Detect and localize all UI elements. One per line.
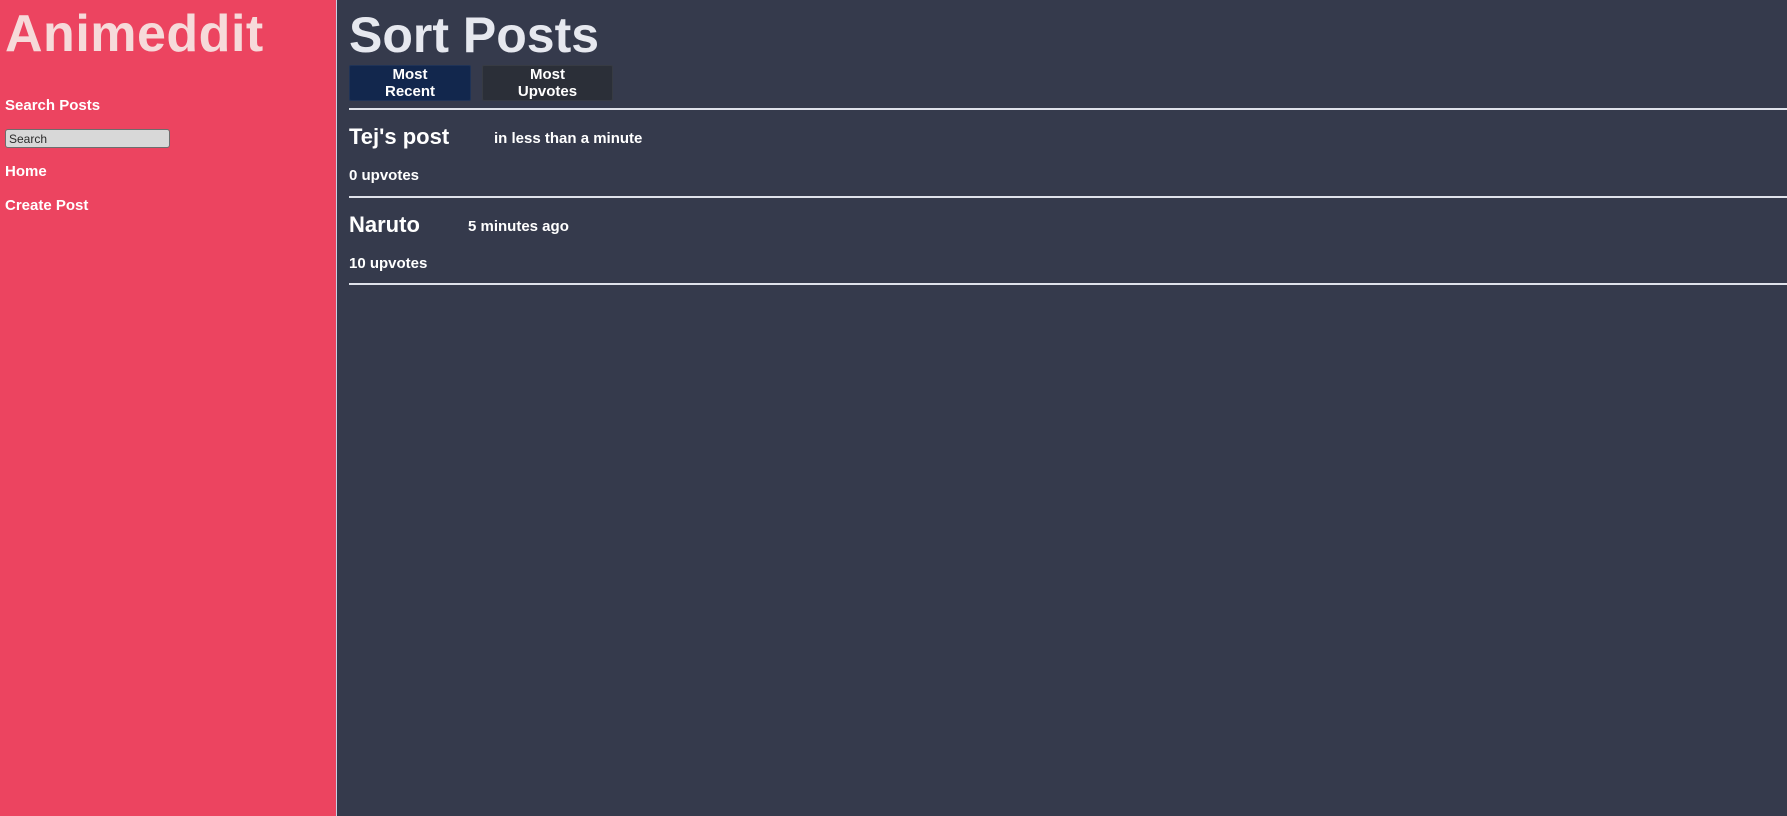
post-title[interactable]: Naruto — [349, 212, 420, 238]
main-content: Sort Posts Most Recent Most Upvotes Tej'… — [338, 0, 1787, 816]
post-upvotes: 10 upvotes — [349, 255, 428, 272]
divider — [349, 108, 1787, 110]
post-upvotes: 0 upvotes — [349, 167, 420, 184]
search-input[interactable] — [5, 129, 170, 148]
most-upvotes-button[interactable]: Most Upvotes — [482, 65, 613, 101]
create-post-link[interactable]: Create Post — [5, 197, 88, 215]
home-link[interactable]: Home — [5, 163, 47, 181]
search-posts-link[interactable]: Search Posts — [5, 97, 100, 115]
post-time: in less than a minute — [494, 130, 643, 147]
brand-title: Animeddit — [5, 5, 264, 63]
divider — [349, 283, 1787, 285]
divider — [349, 196, 1787, 198]
page-title: Sort Posts — [349, 7, 600, 63]
post-time: 5 minutes ago — [468, 218, 569, 235]
post-title[interactable]: Tej's post — [349, 124, 449, 150]
sidebar: Animeddit Search Posts Home Create Post — [0, 0, 337, 816]
most-recent-button[interactable]: Most Recent — [349, 65, 471, 101]
